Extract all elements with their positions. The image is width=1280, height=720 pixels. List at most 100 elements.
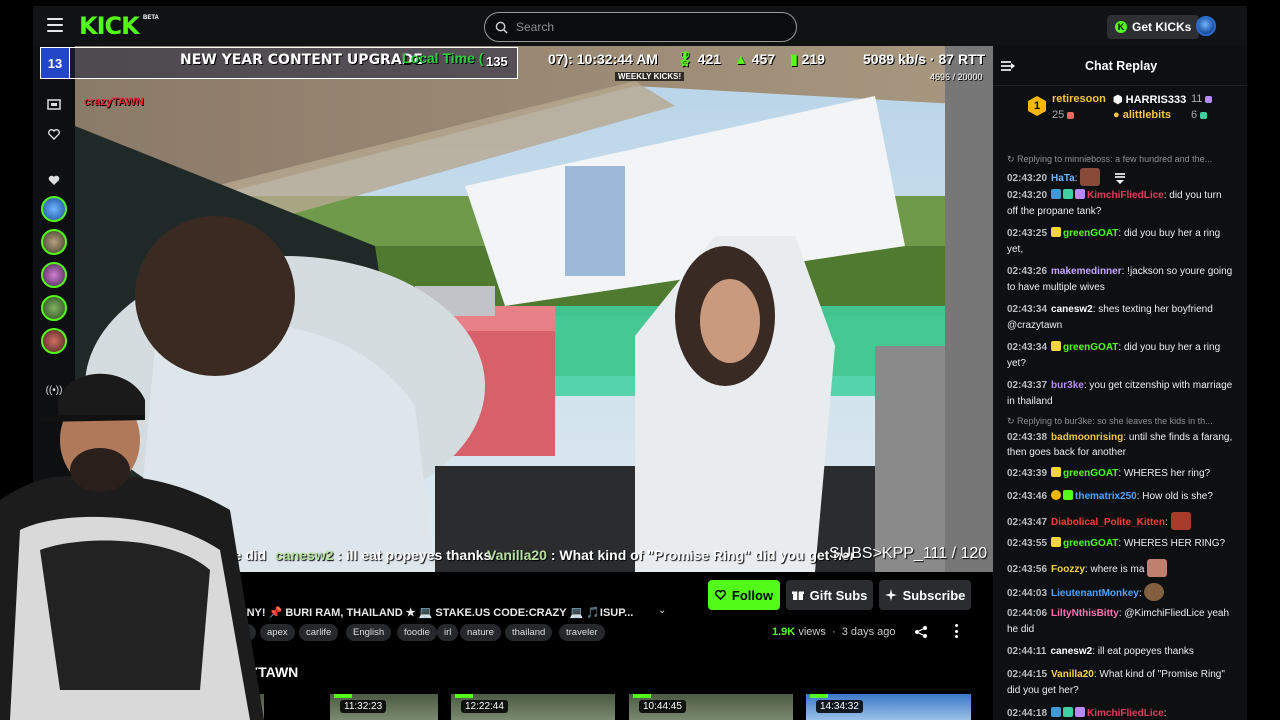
collapse-chat-icon[interactable]: [1001, 60, 1015, 72]
sidebar-channel-avatar[interactable]: [41, 229, 67, 255]
following-heart-icon[interactable]: [45, 126, 63, 142]
badge-icon: [1063, 189, 1074, 199]
subscribe-label: Subscribe: [902, 587, 966, 603]
tag-chip[interactable]: apex: [260, 624, 295, 641]
chat-message: 02:43:26 makemedinner: !jackson so youre …: [1007, 266, 1233, 293]
beta-label: BETA: [143, 15, 159, 21]
chat-username[interactable]: greenGOAT: [1063, 538, 1118, 549]
vod-thumbnail[interactable]: 11:32:23: [330, 694, 438, 720]
badge-icon: [1051, 490, 1062, 500]
search-icon: [495, 21, 508, 34]
chat-username[interactable]: HaTa: [1051, 173, 1075, 184]
chat-username[interactable]: Diabolical_Polite_Kitten: [1051, 517, 1165, 528]
gifter-count: 11: [1191, 93, 1213, 105]
overlay-counter: 135: [486, 54, 508, 69]
chat-username[interactable]: canesw2: [1050, 646, 1092, 657]
chat-message: 02:43:56 Foozzy: where is ma: [1007, 559, 1235, 578]
chat-username[interactable]: Vanilla20: [1051, 669, 1094, 680]
gift-subs-label: Gift Subs: [809, 587, 868, 603]
badge-icon: [1051, 189, 1062, 199]
badge-icon: [1063, 707, 1074, 717]
gifter-name[interactable]: retiresoon: [1052, 93, 1106, 105]
chat-header: Chat Replay: [993, 46, 1247, 86]
views-number: 1.9K: [772, 626, 796, 638]
day-counter: 13: [40, 47, 70, 79]
chevron-down-icon[interactable]: ⌄: [658, 605, 666, 616]
tag-chip[interactable]: English: [346, 624, 392, 641]
chat-username[interactable]: canesw2: [1051, 304, 1093, 315]
chat-username[interactable]: bur3ke: [1051, 380, 1084, 391]
gifter-name[interactable]: ● alittlebits: [1113, 109, 1171, 121]
chat-username[interactable]: LiltyNthisBitty: [1051, 608, 1119, 619]
overlay-title: NEW YEAR CONTENT UPGRADE: [180, 52, 423, 68]
tag-chip[interactable]: thailand: [505, 624, 553, 641]
user-avatar[interactable]: [1196, 16, 1216, 36]
emote-icon: [1170, 512, 1191, 530]
reply-context: ↻ Replying to bur3ke: so she leaves the …: [1007, 416, 1213, 426]
up-stat-value: 457: [751, 51, 776, 67]
stream-age: 3 days ago: [841, 626, 896, 638]
emote-icon: [1147, 559, 1168, 577]
subs-goal: SUBS>KPP_111 / 120: [829, 545, 988, 562]
top-nav: KICK BETA K Get KICKs: [33, 6, 1247, 46]
gifter-count: 6: [1191, 109, 1208, 121]
views-count: 1.9K views · 3 days ago: [772, 626, 896, 638]
streamer-overlay-tag: crazyTAWN: [84, 96, 144, 108]
gifter-name[interactable]: ⬢ HARRIS333: [1113, 93, 1186, 106]
stream-overlay: 13 NEW YEAR CONTENT UPGRADE Local Time (…: [40, 47, 992, 82]
chat-message: ↻ Replying to minnieboss: a few hundred …: [1007, 152, 1235, 186]
chat-message: 02:43:55 greenGOAT: WHERES HER RING?: [1007, 537, 1226, 549]
gift-subs-button[interactable]: Gift Subs: [786, 580, 873, 610]
chat-title: Chat Replay: [1085, 59, 1158, 73]
sidebar-channel-avatar[interactable]: [41, 328, 67, 354]
ticker-msg: Vanilla20 : What kind of "Promise Ring" …: [487, 547, 855, 563]
chat-username[interactable]: makemedinner: [1051, 266, 1122, 277]
bitrate-stat: 5089 kb/s · 87 RTT: [863, 51, 986, 67]
gifter-count: 25: [1052, 109, 1075, 121]
sidebar-channel-avatar[interactable]: [41, 196, 67, 222]
chat-messages: ↻ Replying to minnieboss: a few hundred …: [993, 150, 1247, 720]
more-options-icon[interactable]: [953, 624, 959, 638]
chat-username[interactable]: greenGOAT: [1063, 342, 1118, 353]
chat-username[interactable]: greenGOAT: [1063, 228, 1118, 239]
vod-thumbnail[interactable]: 12:22:44: [451, 694, 615, 720]
browse-icon[interactable]: [45, 96, 63, 112]
vod-thumbnail[interactable]: 14:34:32: [806, 694, 971, 720]
tag-chip[interactable]: carlife: [299, 624, 339, 641]
bars-stat: ▮ 219: [790, 51, 825, 67]
sidebar-channel-avatar[interactable]: [41, 295, 67, 321]
subscribe-button[interactable]: Subscribe: [879, 580, 971, 610]
vod-thumbnail[interactable]: 10:44:45: [629, 694, 793, 720]
webcam-overlay: [0, 360, 264, 720]
chat-username[interactable]: greenGOAT: [1063, 468, 1118, 479]
chat-username[interactable]: badmoonrising: [1051, 432, 1123, 443]
follow-button[interactable]: Follow: [708, 580, 780, 610]
heart-icon: [714, 590, 726, 600]
followed-channels-heart-icon: [45, 172, 63, 188]
search-bar[interactable]: [484, 12, 797, 42]
tag-chip[interactable]: irl: [437, 624, 459, 641]
chat-username[interactable]: thematrix250: [1075, 491, 1137, 502]
chat-message: 02:44:11 canesw2: ill eat popeyes thanks: [1007, 646, 1194, 657]
vod-duration: 10:44:45: [639, 700, 686, 713]
chat-message: 02:44:03 LieutenantMonkey:: [1007, 583, 1235, 602]
get-kicks-button[interactable]: K Get KICKs: [1107, 15, 1200, 39]
kick-logo[interactable]: KICK: [79, 12, 140, 40]
local-time-label: Local Time (: [402, 50, 484, 66]
chat-username[interactable]: KimchiFliedLice: [1087, 190, 1164, 201]
search-input[interactable]: [516, 20, 776, 34]
tag-chip[interactable]: nature: [460, 624, 501, 641]
chat-username[interactable]: Foozzy: [1051, 564, 1085, 575]
tag-chip[interactable]: foodie: [397, 624, 437, 641]
chat-username[interactable]: KimchiFliedLice: [1087, 708, 1164, 719]
chat-panel: Chat Replay 1 retiresoon 25 ⬢ HARRIS333 …: [993, 46, 1247, 720]
chat-message: 02:43:34 greenGOAT: did you buy her a rin…: [1007, 341, 1221, 369]
badge-icon: [1063, 490, 1074, 500]
sidebar-channel-avatar[interactable]: [41, 262, 67, 288]
menu-icon[interactable]: [47, 18, 63, 32]
tag-chip[interactable]: traveler: [559, 624, 605, 641]
share-icon[interactable]: [914, 625, 928, 639]
chat-username[interactable]: LieutenantMonkey: [1051, 588, 1139, 599]
vod-duration: 12:22:44: [461, 700, 508, 713]
chat-message: 02:43:34 canesw2: shes texting her boyfri…: [1007, 304, 1213, 331]
